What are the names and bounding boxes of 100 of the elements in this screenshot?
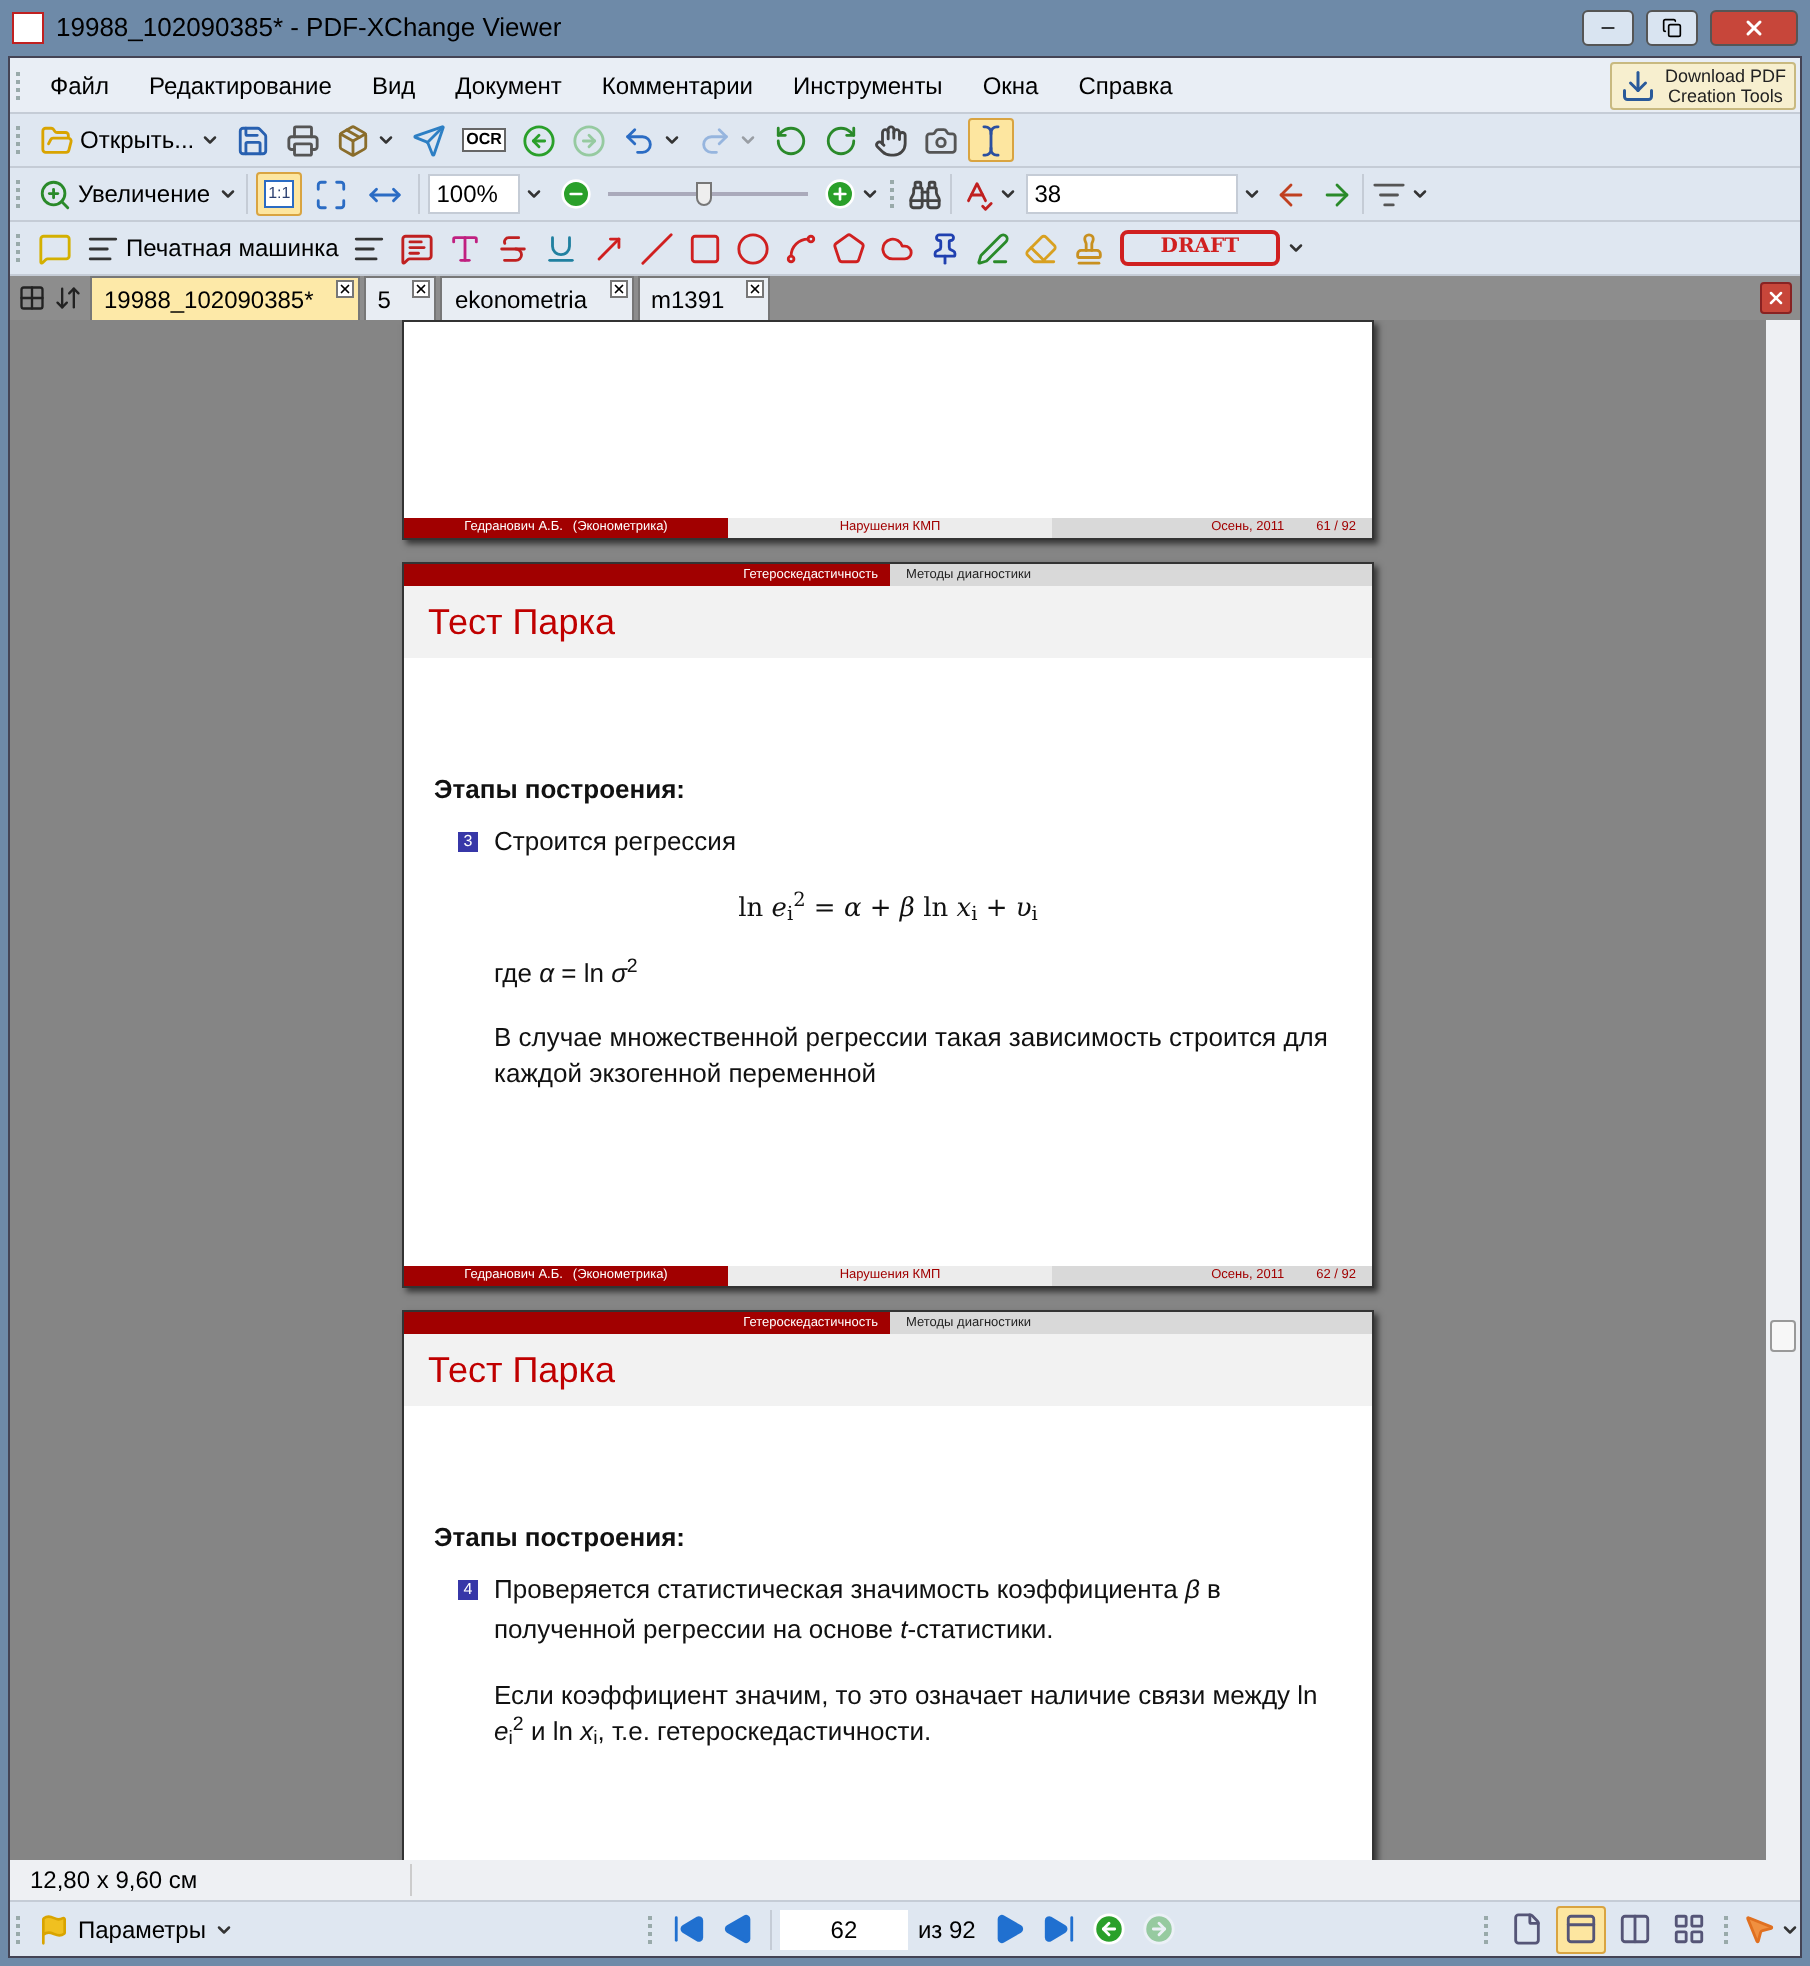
slide-heading: Этапы построения: [434,772,687,808]
slide-title: Тест Парка [428,599,615,646]
previous-page-icon [721,1912,756,1946]
actual-size-button[interactable]: 1:1 [256,172,303,216]
menu-item[interactable]: Инструменты [772,67,963,103]
toolbar-grip[interactable] [16,1915,24,1943]
oval-icon [736,231,771,265]
toolbar-grip[interactable] [16,180,24,208]
fit-page-icon [314,177,349,211]
dropdown-caret-icon[interactable] [1242,184,1263,204]
maximize-button[interactable] [1646,10,1698,46]
dropdown-caret-icon[interactable] [860,184,881,204]
document-tab[interactable]: m1391 [637,276,771,320]
menu-item[interactable]: Редактирование [129,67,352,103]
dropdown-caret-icon[interactable] [1285,238,1306,258]
menu-item[interactable]: Документ [435,67,582,103]
regression-formula: ln e$_{i}$$^{2}$ = α + β ln x$_{i}$ + υ$_{i}$ [738,893,1038,923]
menu-item[interactable]: Справка [1058,67,1193,103]
ocr-button[interactable]: OCR [456,118,512,162]
toolbar-grip[interactable] [16,126,24,154]
single-page-icon [1510,1912,1544,1946]
dropdown-caret-icon[interactable] [661,130,682,150]
close-button[interactable] [1710,10,1798,46]
last-page-icon [1041,1912,1076,1946]
window-title: 19988_102090385* - PDF-XChange Viewer [56,10,564,47]
search-field[interactable]: 38 [1026,174,1239,214]
open-button[interactable]: Открыть... [34,118,227,162]
menu-item[interactable]: Вид [351,67,436,103]
menu-item[interactable]: Комментарии [581,67,773,103]
line-icon [640,231,675,265]
document-tab[interactable]: 5 [363,276,437,320]
toolbar-grip[interactable] [647,1915,656,1943]
strikeout-icon [496,231,531,265]
zoom-icon [38,177,72,211]
close-tab-icon[interactable] [412,280,431,298]
minimize-button[interactable] [1582,10,1634,46]
sort-tabs-icon[interactable] [54,284,82,312]
document-tab[interactable]: 19988_102090385* [90,276,360,320]
camera-icon [923,123,958,157]
rectangle-icon [688,231,723,265]
zoom-out-icon[interactable] [560,178,593,210]
slide-heading: Этапы построения: [434,1520,687,1556]
continuous-layout-button[interactable] [1556,1905,1606,1953]
back-icon [1091,1912,1126,1946]
menu-item[interactable]: Окна [962,67,1059,103]
rotate-left-icon [773,123,808,157]
first-page-icon [671,1912,706,1946]
toolbar-grip[interactable] [1724,1915,1732,1943]
dropdown-caret-icon[interactable] [524,184,545,204]
document-tab[interactable]: ekonometria [440,276,634,320]
text-highlight-icon [448,231,483,265]
page-number-field[interactable]: 62 [779,1909,908,1949]
item-number: 3 [458,831,478,851]
download-promo-button[interactable]: Download PDF Creation Tools [1610,61,1796,109]
close-document-button[interactable] [1760,282,1792,314]
toolbar-grip[interactable] [16,234,24,262]
tab-list-icon[interactable] [18,284,46,312]
hand-icon [873,123,908,157]
toolbar-grip[interactable] [890,180,899,208]
folder-icon [40,123,74,157]
toolbar-grip[interactable] [16,71,24,99]
continuous-page-icon [1564,1912,1598,1946]
package-icon [336,123,371,157]
facing-continuous-icon [1672,1912,1706,1946]
item-text: Строится регрессия [494,823,736,860]
download-icon [1620,67,1657,103]
zoom-slider-thumb[interactable] [696,182,713,206]
dropdown-caret-icon[interactable] [1410,184,1431,204]
zoom-tool-button[interactable]: Увеличение [34,176,215,212]
close-tab-icon[interactable] [335,280,354,298]
close-tab-icon[interactable] [746,280,765,298]
promo-line: Download PDF [1664,65,1786,85]
slide-paragraph: В случае множественной регрессии такая зависимость строится для каждой экзогенной переменной [494,1022,1328,1088]
page-total: из 92 [915,1913,978,1947]
flag-icon [38,1913,70,1945]
menu-item[interactable]: Файл [30,67,130,103]
callout-icon [400,231,435,265]
pentagon-icon [832,231,867,265]
scrollbar-thumb[interactable] [1770,1320,1796,1352]
options-button[interactable]: Параметры [34,1911,210,1947]
toolbar-grip[interactable] [1484,1915,1492,1943]
underline-icon [544,231,579,265]
zoom-field[interactable]: 100% [428,174,521,214]
back-icon [521,123,556,157]
page-size-label: 12,80 x 9,60 см [28,1864,200,1898]
item-text: Проверяется статистическая значимость коэффициента β в полученной регрессии на основе t-статистики. [494,1571,1223,1648]
eraser-icon [1024,231,1059,265]
redo-icon [697,123,732,157]
typewriter-button[interactable]: Печатная машинка [80,226,345,270]
print-icon [286,123,321,157]
dropdown-caret-icon[interactable] [218,184,239,204]
item-number: 4 [458,1579,478,1599]
dropdown-caret-icon[interactable] [998,184,1019,204]
vertical-scrollbar[interactable] [1766,320,1800,1860]
binoculars-icon[interactable] [908,177,943,211]
select-text-button[interactable] [967,118,1014,162]
close-tab-icon[interactable] [609,280,628,298]
dropdown-caret-icon[interactable] [200,130,221,150]
dropdown-caret-icon[interactable] [376,130,397,150]
polyline-icon [784,231,819,265]
